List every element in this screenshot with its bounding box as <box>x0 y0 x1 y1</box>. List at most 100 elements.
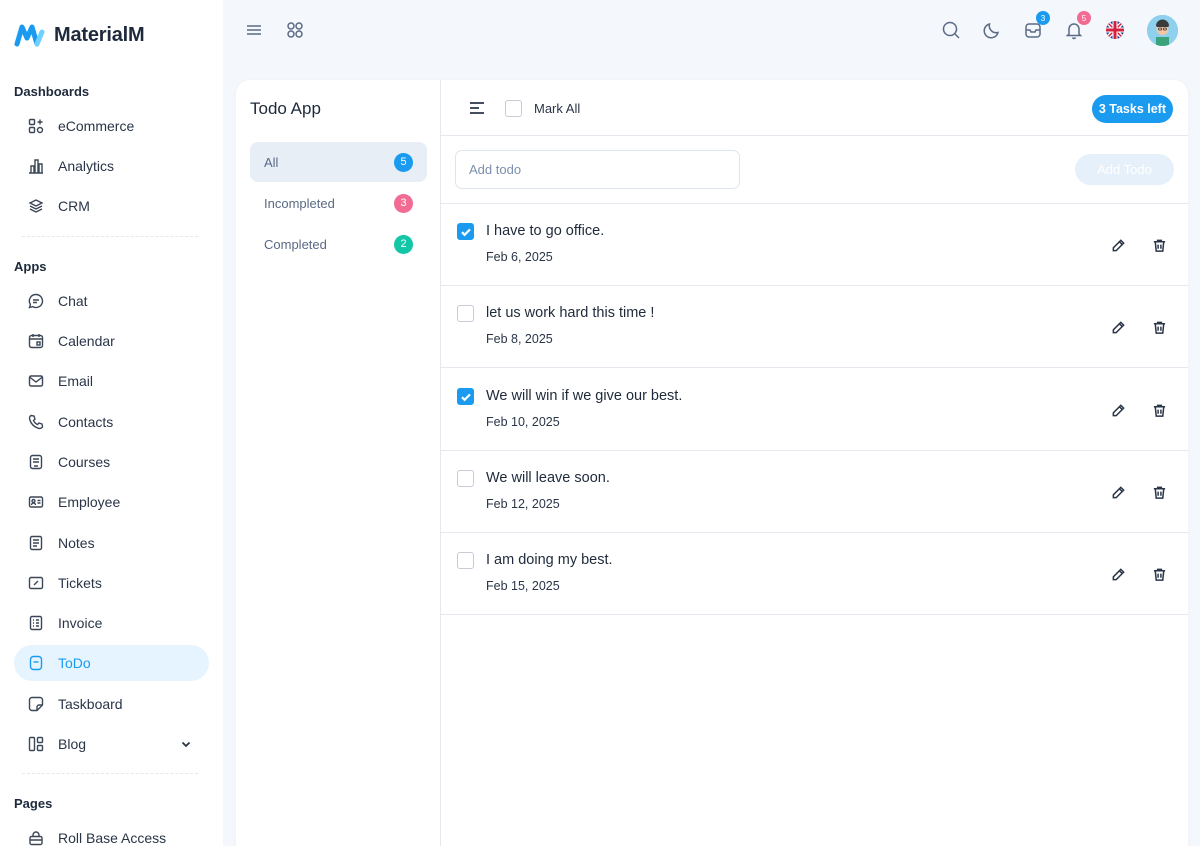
sidebar-item-label: Blog <box>58 736 87 752</box>
email-icon <box>28 373 44 389</box>
todo-app-card: Todo App All 5 Incompleted 3 Completed 2… <box>236 80 1188 846</box>
checkmark-icon <box>460 393 471 401</box>
filter-completed[interactable]: Completed 2 <box>250 224 427 264</box>
delete-trash-icon[interactable] <box>1151 566 1167 582</box>
todo-checkbox[interactable] <box>457 552 474 569</box>
filter-label: Completed <box>264 236 327 252</box>
todo-checkbox[interactable] <box>457 470 474 487</box>
filter-incompleted[interactable]: Incompleted 3 <box>250 183 427 223</box>
page-title: Todo App <box>250 99 321 118</box>
sidebar-item-ecommerce[interactable]: eCommerce <box>14 108 209 144</box>
sidebar-item-roll-base-access[interactable]: Roll Base Access <box>14 820 209 846</box>
todo-toolbar: Mark All 3 Tasks left <box>441 80 1188 136</box>
sidebar-item-chat[interactable]: Chat <box>14 283 209 319</box>
sidebar-item-courses[interactable]: Courses <box>14 444 209 480</box>
apps-grid-icon[interactable] <box>284 19 306 41</box>
todo-date: Feb 10, 2025 <box>486 415 560 429</box>
add-todo-input[interactable] <box>455 150 740 189</box>
phone-icon <box>28 414 44 430</box>
tasks-left-badge: 3 Tasks left <box>1091 95 1173 123</box>
avatar-illustration-icon <box>1147 15 1178 46</box>
sidebar-item-crm[interactable]: CRM <box>14 188 209 224</box>
search-icon[interactable] <box>940 19 962 41</box>
filter-count-badge: 2 <box>394 234 413 254</box>
hamburger-menu-icon[interactable] <box>243 19 265 41</box>
edit-pencil-icon[interactable] <box>1110 402 1126 418</box>
bell-icon[interactable]: 5 <box>1063 11 1091 41</box>
ecommerce-icon <box>28 118 44 134</box>
todo-date: Feb 15, 2025 <box>486 579 560 593</box>
todo-text: I have to go office. <box>486 223 605 239</box>
brand[interactable]: MaterialM <box>14 22 145 48</box>
crm-icon <box>28 198 44 214</box>
sidebar-item-employee[interactable]: Employee <box>14 484 209 520</box>
edit-pencil-icon[interactable] <box>1110 237 1126 253</box>
filter-all[interactable]: All 5 <box>250 142 427 182</box>
courses-icon <box>28 454 44 470</box>
sidebar-item-contacts[interactable]: Contacts <box>14 404 209 440</box>
todo-date: Feb 12, 2025 <box>486 497 560 511</box>
todo-checkbox[interactable] <box>457 305 474 322</box>
add-todo-row: Add Todo <box>441 136 1188 204</box>
mark-all-checkbox[interactable] <box>505 100 522 117</box>
edit-pencil-icon[interactable] <box>1110 319 1126 335</box>
todo-item: I have to go office. Feb 6, 2025 <box>441 204 1188 286</box>
delete-trash-icon[interactable] <box>1151 237 1167 253</box>
analytics-icon <box>28 158 44 174</box>
add-todo-button[interactable]: Add Todo <box>1075 154 1174 185</box>
sidebar-item-tickets[interactable]: Tickets <box>14 565 209 601</box>
sidebar-item-label: Taskboard <box>58 696 123 712</box>
sidebar-item-label: Contacts <box>58 414 114 430</box>
section-title-dashboards: Dashboards <box>14 84 90 99</box>
sidebar-item-taskboard[interactable]: Taskboard <box>14 686 209 722</box>
sidebar-item-analytics[interactable]: Analytics <box>14 148 209 184</box>
delete-trash-icon[interactable] <box>1151 319 1167 335</box>
chevron-down-icon[interactable] <box>179 737 193 751</box>
todo-list-panel: Mark All 3 Tasks left Add Todo I have to… <box>441 80 1188 846</box>
mark-all-label: Mark All <box>534 101 581 116</box>
lock-icon <box>28 830 44 846</box>
sidebar-item-label: Roll Base Access <box>58 830 167 846</box>
message-badge: 3 <box>1036 11 1050 25</box>
todo-checkbox[interactable] <box>457 223 474 240</box>
user-avatar[interactable] <box>1147 15 1178 46</box>
filter-label: All <box>264 154 279 170</box>
edit-pencil-icon[interactable] <box>1110 484 1126 500</box>
edit-pencil-icon[interactable] <box>1110 566 1126 582</box>
sidebar-item-label: CRM <box>58 198 90 214</box>
todo-text: I am doing my best. <box>486 552 613 568</box>
sidebar-item-calendar[interactable]: Calendar <box>14 323 209 359</box>
align-left-menu-icon[interactable] <box>468 99 486 117</box>
todo-text: We will leave soon. <box>486 470 610 486</box>
calendar-icon <box>28 333 44 349</box>
todo-date: Feb 8, 2025 <box>486 332 553 346</box>
notification-badge: 5 <box>1077 11 1091 25</box>
sidebar-item-invoice[interactable]: Invoice <box>14 605 209 641</box>
delete-trash-icon[interactable] <box>1151 484 1167 500</box>
todo-item: I am doing my best. Feb 15, 2025 <box>441 533 1188 615</box>
checkmark-icon <box>460 228 471 236</box>
moon-icon[interactable] <box>981 19 1003 41</box>
sidebar-item-todo[interactable]: ToDo <box>14 645 209 681</box>
todo-item: let us work hard this time ! Feb 8, 2025 <box>441 286 1188 368</box>
todo-checkbox[interactable] <box>457 388 474 405</box>
invoice-icon <box>28 615 44 631</box>
sidebar-item-label: Analytics <box>58 158 115 174</box>
sidebar-item-notes[interactable]: Notes <box>14 525 209 561</box>
sidebar-divider <box>22 236 198 237</box>
todo-filter-panel: Todo App All 5 Incompleted 3 Completed 2 <box>236 80 441 846</box>
filter-count-badge: 5 <box>394 152 413 172</box>
uk-flag-icon[interactable] <box>1104 19 1126 41</box>
delete-trash-icon[interactable] <box>1151 402 1167 418</box>
chat-icon <box>28 293 44 309</box>
sidebar-item-label: Email <box>58 373 94 389</box>
sidebar-item-label: Courses <box>58 454 111 470</box>
sidebar-divider <box>22 773 198 774</box>
sidebar-item-label: ToDo <box>58 655 91 671</box>
sidebar-item-email[interactable]: Email <box>14 363 209 399</box>
ticket-icon <box>28 575 44 591</box>
message-icon[interactable]: 3 <box>1022 11 1050 41</box>
sidebar-item-blog[interactable]: Blog <box>14 726 209 762</box>
materialm-logo-icon <box>14 24 45 47</box>
sidebar-item-label: Calendar <box>58 333 115 349</box>
